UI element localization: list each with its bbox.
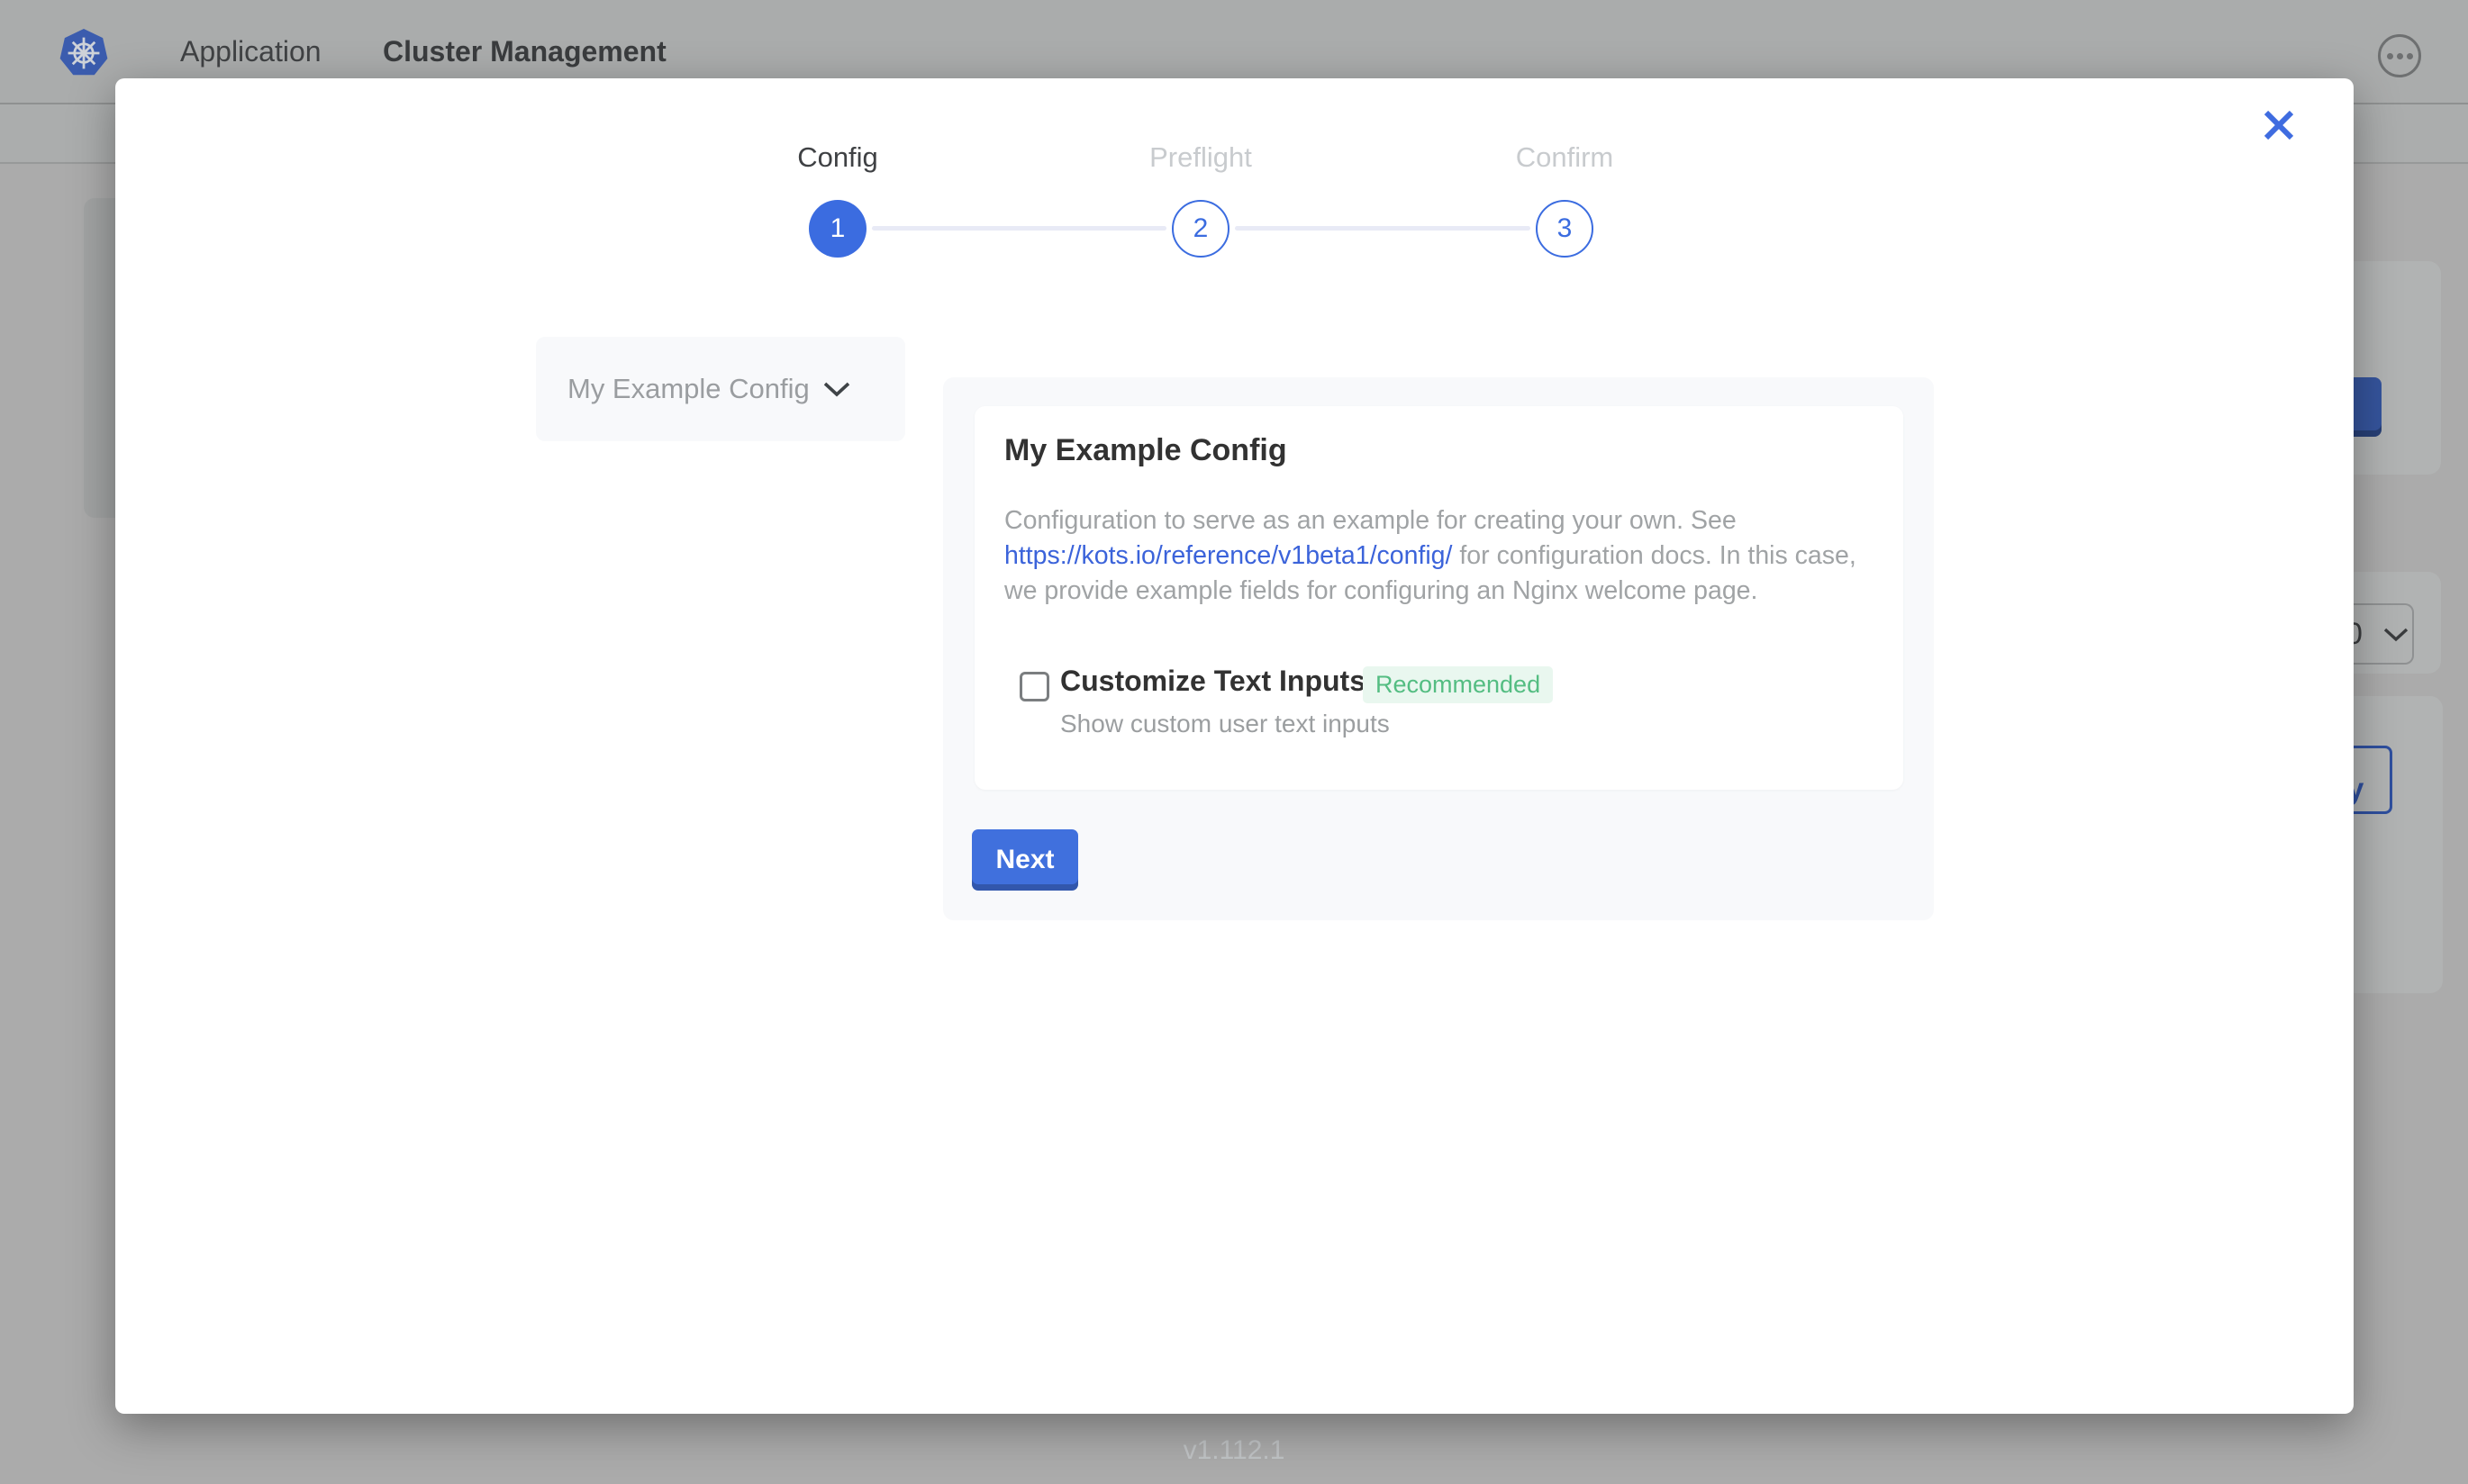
config-wizard-modal: Config Preflight Confirm 1 2 3 My Exampl… (115, 78, 2354, 1414)
customize-text-inputs-label[interactable]: Customize Text Inputs (1060, 665, 1366, 698)
step-connector-2 (1235, 226, 1530, 231)
config-docs-link[interactable]: https://kots.io/reference/v1beta1/config… (1004, 541, 1452, 570)
step-label-confirm: Confirm (1420, 141, 1709, 174)
chevron-down-icon (2382, 626, 2409, 642)
close-icon[interactable] (2260, 106, 2298, 144)
config-group-title: My Example Config (1004, 433, 1287, 468)
config-group-description: Configuration to serve as an example for… (1004, 503, 1883, 609)
step-circle-config: 1 (809, 200, 867, 258)
chevron-down-icon (822, 380, 851, 398)
config-panel: My Example Config Configuration to serve… (943, 377, 1934, 920)
customize-text-inputs-help: Show custom user text inputs (1060, 710, 1390, 738)
description-line-2-rest: for configuration docs. In this case, (1452, 541, 1856, 570)
app-version-label: v1.112.1 (0, 1435, 2468, 1466)
step-circle-preflight: 2 (1172, 200, 1229, 258)
step-circle-confirm: 3 (1536, 200, 1593, 258)
step-label-preflight: Preflight (1057, 141, 1345, 174)
description-line-2: https://kots.io/reference/v1beta1/config… (1004, 538, 1883, 574)
description-line-1: Configuration to serve as an example for… (1004, 503, 1883, 538)
config-group-dropdown[interactable]: My Example Config (536, 337, 905, 441)
kubernetes-logo-icon (57, 26, 111, 80)
config-group-card: My Example Config Configuration to serve… (975, 406, 1903, 790)
step-connector-1 (872, 226, 1166, 231)
helm-wheel-icon (64, 33, 104, 73)
config-group-dropdown-label: My Example Config (567, 373, 810, 405)
ellipsis-menu-icon[interactable] (2378, 34, 2421, 77)
next-button[interactable]: Next (972, 829, 1078, 891)
recommended-badge: Recommended (1363, 666, 1553, 703)
customize-text-inputs-checkbox[interactable] (1020, 672, 1049, 701)
description-line-3: we provide example fields for configurin… (1004, 574, 1883, 609)
step-label-config: Config (694, 141, 982, 174)
